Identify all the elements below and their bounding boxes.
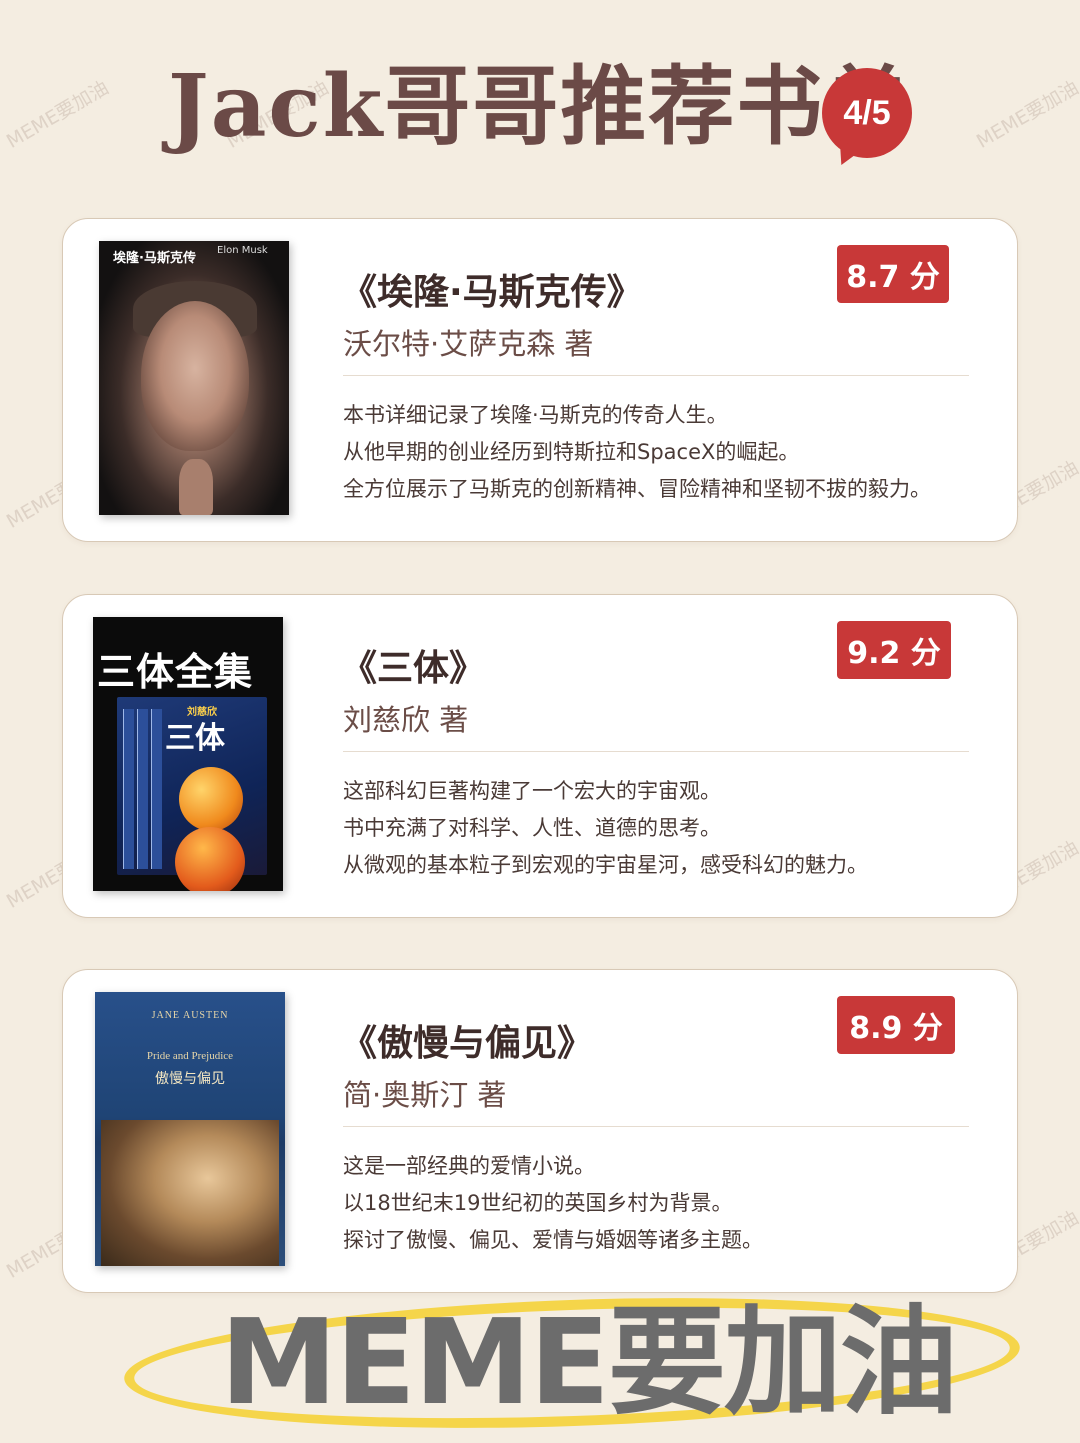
description-line: 从微观的基本粒子到宏观的宇宙星河，感受科幻的魅力。: [343, 853, 868, 877]
score-badge: 8.9 分: [837, 996, 955, 1054]
book-description: 这部科幻巨著构建了一个宏大的宇宙观。 书中充满了对科学、人性、道德的思考。 从微…: [343, 773, 993, 884]
planet-icon: [175, 827, 245, 891]
description-line: 全方位展示了马斯克的创新精神、冒险精神和坚韧不拔的毅力。: [343, 477, 931, 501]
description-line: 从他早期的创业经历到特斯拉和SpaceX的崛起。: [343, 440, 800, 464]
cover-title-en: Pride and Prejudice: [146, 1050, 234, 1062]
book-card-musk[interactable]: 埃隆·马斯克传 Elon Musk 《埃隆·马斯克传》 沃尔特·艾萨克森 著 8…: [62, 218, 1018, 542]
book-cover-pride-and-prejudice: JANE AUSTEN Pride and Prejudice 傲慢与偏见: [95, 992, 285, 1266]
description-line: 这部科幻巨著构建了一个宏大的宇宙观。: [343, 779, 721, 803]
description-line: 本书详细记录了埃隆·马斯克的传奇人生。: [343, 403, 728, 427]
banner-text: MEME要加油: [219, 1293, 958, 1431]
cover-author: JANE AUSTEN: [151, 1010, 229, 1021]
divider: [343, 1126, 969, 1127]
book-description: 本书详细记录了埃隆·马斯克的传奇人生。 从他早期的创业经历到特斯拉和SpaceX…: [343, 397, 993, 508]
book-cover-three-body: 三体全集 刘慈欣 三体: [93, 617, 283, 891]
book-author: 沃尔特·艾萨克森 著: [343, 327, 594, 361]
book-spine: [151, 709, 162, 869]
book-card-pride-and-prejudice[interactable]: JANE AUSTEN Pride and Prejudice 傲慢与偏见 《傲…: [62, 969, 1018, 1293]
description-line: 这是一部经典的爱情小说。: [343, 1154, 595, 1178]
cover-subtitle: 三体: [165, 721, 225, 756]
book-cover-musk: 埃隆·马斯克传 Elon Musk: [99, 241, 289, 515]
book-title: 《三体》: [341, 648, 486, 689]
book-card-three-body[interactable]: 三体全集 刘慈欣 三体 《三体》 刘慈欣 著 9.2 分 这部科幻巨著构建了一个…: [62, 594, 1018, 918]
page-header: Jack哥哥推荐书单 4/5: [0, 40, 1080, 190]
divider: [343, 375, 969, 376]
cover-title: 傲慢与偏见: [155, 1071, 225, 1087]
score-badge: 9.2 分: [837, 621, 951, 679]
book-author: 刘慈欣 著: [343, 703, 469, 737]
book-description: 这是一部经典的爱情小说。 以18世纪末19世纪初的英国乡村为背景。 探讨了傲慢、…: [343, 1148, 993, 1259]
description-line: 探讨了傲慢、偏见、爱情与婚姻等诸多主题。: [343, 1228, 763, 1252]
book-title: 《傲慢与偏见》: [341, 1023, 594, 1064]
page-title: Jack哥哥推荐书单: [168, 56, 913, 157]
book-title: 《埃隆·马斯克传》: [341, 272, 643, 313]
divider: [343, 751, 969, 752]
cover-title: 三体全集: [97, 650, 254, 694]
score-badge: 8.7 分: [837, 245, 949, 303]
portrait-face: [141, 301, 249, 451]
cover-painting: [101, 1120, 279, 1266]
book-spine: [137, 709, 148, 869]
cover-subtitle: Elon Musk: [217, 245, 268, 256]
book-author: 简·奥斯汀 著: [343, 1078, 507, 1112]
description-line: 以18世纪末19世纪初的英国乡村为背景。: [343, 1191, 733, 1215]
description-line: 书中充满了对科学、人性、道德的思考。: [343, 816, 721, 840]
cover-title: 埃隆·马斯克传: [113, 251, 196, 266]
planet-icon: [179, 767, 243, 831]
page-indicator-badge: 4/5: [822, 68, 912, 158]
brand-banner: MEME要加油: [122, 1284, 1024, 1442]
portrait-hands: [179, 459, 213, 515]
book-spine: [123, 709, 134, 869]
